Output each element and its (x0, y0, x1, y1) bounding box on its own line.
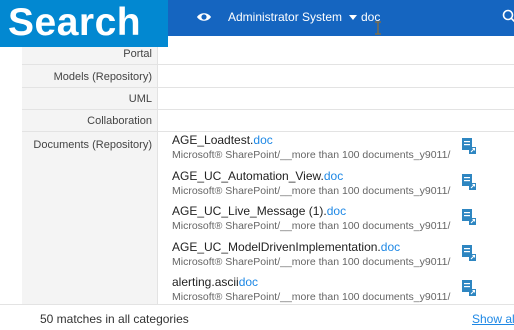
document-link-icon[interactable] (462, 209, 476, 225)
category-label-cell: Documents (Repository) (22, 132, 158, 304)
category-label-models: Models (Repository) (53, 71, 152, 83)
chevron-down-icon (349, 14, 358, 20)
show-all-link[interactable]: Show all (472, 312, 514, 326)
category-label-cell: Collaboration (22, 110, 158, 131)
result-name: AGE_UC_ModelDrivenImplementation. (172, 239, 381, 254)
result-match: doc (326, 204, 347, 218)
result-title[interactable]: AGE_UC_Live_Message (1).doc (172, 204, 346, 218)
scope-select[interactable]: Administrator System (228, 10, 358, 24)
list-item[interactable]: AGE_UC_Live_Message (1).doc Microsoft® S… (160, 204, 514, 240)
document-results: AGE_Loadtest.doc Microsoft® SharePoint/_… (160, 133, 514, 311)
result-path: Microsoft® SharePoint/__more than 100 do… (172, 149, 451, 161)
result-name: alerting.ascii (172, 275, 239, 289)
category-row-models: Models (Repository) (22, 65, 514, 88)
result-title[interactable]: alerting.asciidoc (172, 275, 258, 289)
search-badge-label: Search (8, 1, 142, 44)
result-match: doc (323, 168, 344, 183)
list-item[interactable]: AGE_Loadtest.doc Microsoft® SharePoint/_… (160, 133, 514, 169)
result-name: AGE_UC_Live_Message (1). (172, 204, 327, 218)
result-match: doc (238, 275, 259, 289)
search-badge: Search (0, 0, 168, 47)
text-cursor-icon (375, 21, 381, 35)
category-label-portal: Portal (123, 48, 152, 60)
category-label-documents: Documents (Repository) (33, 139, 152, 151)
list-item[interactable]: AGE_UC_Automation_View.doc Microsoft® Sh… (160, 169, 514, 205)
scope-select-label: Administrator System (228, 10, 343, 24)
results-footer: 50 matches in all categories Show all (0, 304, 514, 330)
document-link-icon[interactable] (462, 244, 476, 261)
result-title[interactable]: AGE_UC_Automation_View.doc (172, 169, 343, 183)
result-name: AGE_UC_Automation_View. (172, 168, 324, 183)
result-match: doc (253, 133, 273, 147)
eye-icon[interactable] (196, 9, 212, 25)
result-title[interactable]: AGE_UC_ModelDrivenImplementation.doc (172, 240, 400, 254)
result-path: Microsoft® SharePoint/__more than 100 do… (172, 255, 451, 268)
document-link-icon[interactable] (462, 173, 476, 190)
result-match: doc (380, 239, 401, 254)
category-label-uml: UML (128, 93, 152, 105)
category-row-uml: UML (22, 88, 514, 110)
result-title[interactable]: AGE_Loadtest.doc (172, 133, 273, 147)
category-label-cell: UML (22, 88, 158, 109)
result-path: Microsoft® SharePoint/__more than 100 do… (172, 291, 451, 303)
category-label-collaboration: Collaboration (87, 115, 152, 127)
category-row-collaboration: Collaboration (22, 110, 514, 132)
match-count: 50 matches in all categories (40, 312, 189, 326)
document-link-icon[interactable] (462, 138, 476, 154)
search-icon[interactable] (502, 9, 514, 23)
category-label-cell: Models (Repository) (22, 65, 158, 87)
list-item[interactable]: AGE_UC_ModelDrivenImplementation.doc Mic… (160, 240, 514, 276)
result-path: Microsoft® SharePoint/__more than 100 do… (172, 184, 451, 197)
result-path: Microsoft® SharePoint/__more than 100 do… (172, 220, 451, 232)
result-name: AGE_Loadtest. (172, 133, 254, 147)
document-link-icon[interactable] (462, 280, 476, 296)
